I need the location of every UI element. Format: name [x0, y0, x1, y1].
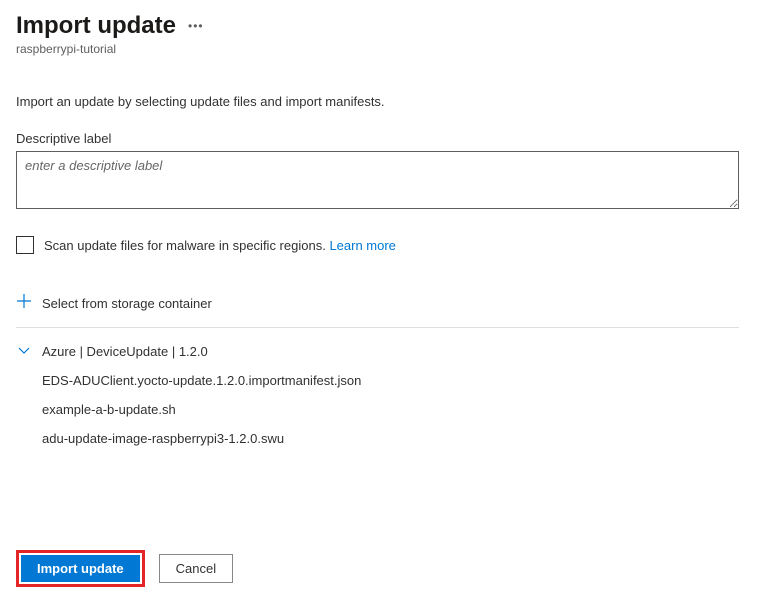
highlight-box: Import update: [16, 550, 145, 587]
plus-icon: [16, 294, 32, 313]
scan-malware-label: Scan update files for malware in specifi…: [44, 238, 396, 253]
descriptive-label-input[interactable]: [16, 151, 739, 209]
list-item: example-a-b-update.sh: [42, 402, 748, 417]
update-group-title: Azure | DeviceUpdate | 1.2.0: [42, 344, 208, 359]
learn-more-link[interactable]: Learn more: [329, 238, 395, 253]
import-update-button[interactable]: Import update: [21, 555, 140, 582]
page-subtitle: raspberrypi-tutorial: [16, 42, 748, 56]
scan-malware-text: Scan update files for malware in specifi…: [44, 238, 326, 253]
descriptive-label-caption: Descriptive label: [16, 131, 748, 146]
file-list: EDS-ADUClient.yocto-update.1.2.0.importm…: [16, 373, 748, 446]
update-group-header[interactable]: Azure | DeviceUpdate | 1.2.0: [16, 344, 748, 359]
select-storage-label: Select from storage container: [42, 296, 212, 311]
cancel-button[interactable]: Cancel: [159, 554, 233, 583]
more-icon[interactable]: •••: [188, 19, 204, 33]
list-item: EDS-ADUClient.yocto-update.1.2.0.importm…: [42, 373, 748, 388]
chevron-down-icon: [16, 344, 32, 359]
page-title: Import update: [16, 12, 176, 40]
select-storage-button[interactable]: Select from storage container: [16, 294, 739, 328]
scan-malware-checkbox[interactable]: [16, 236, 34, 254]
instructions-text: Import an update by selecting update fil…: [16, 94, 748, 109]
list-item: adu-update-image-raspberrypi3-1.2.0.swu: [42, 431, 748, 446]
